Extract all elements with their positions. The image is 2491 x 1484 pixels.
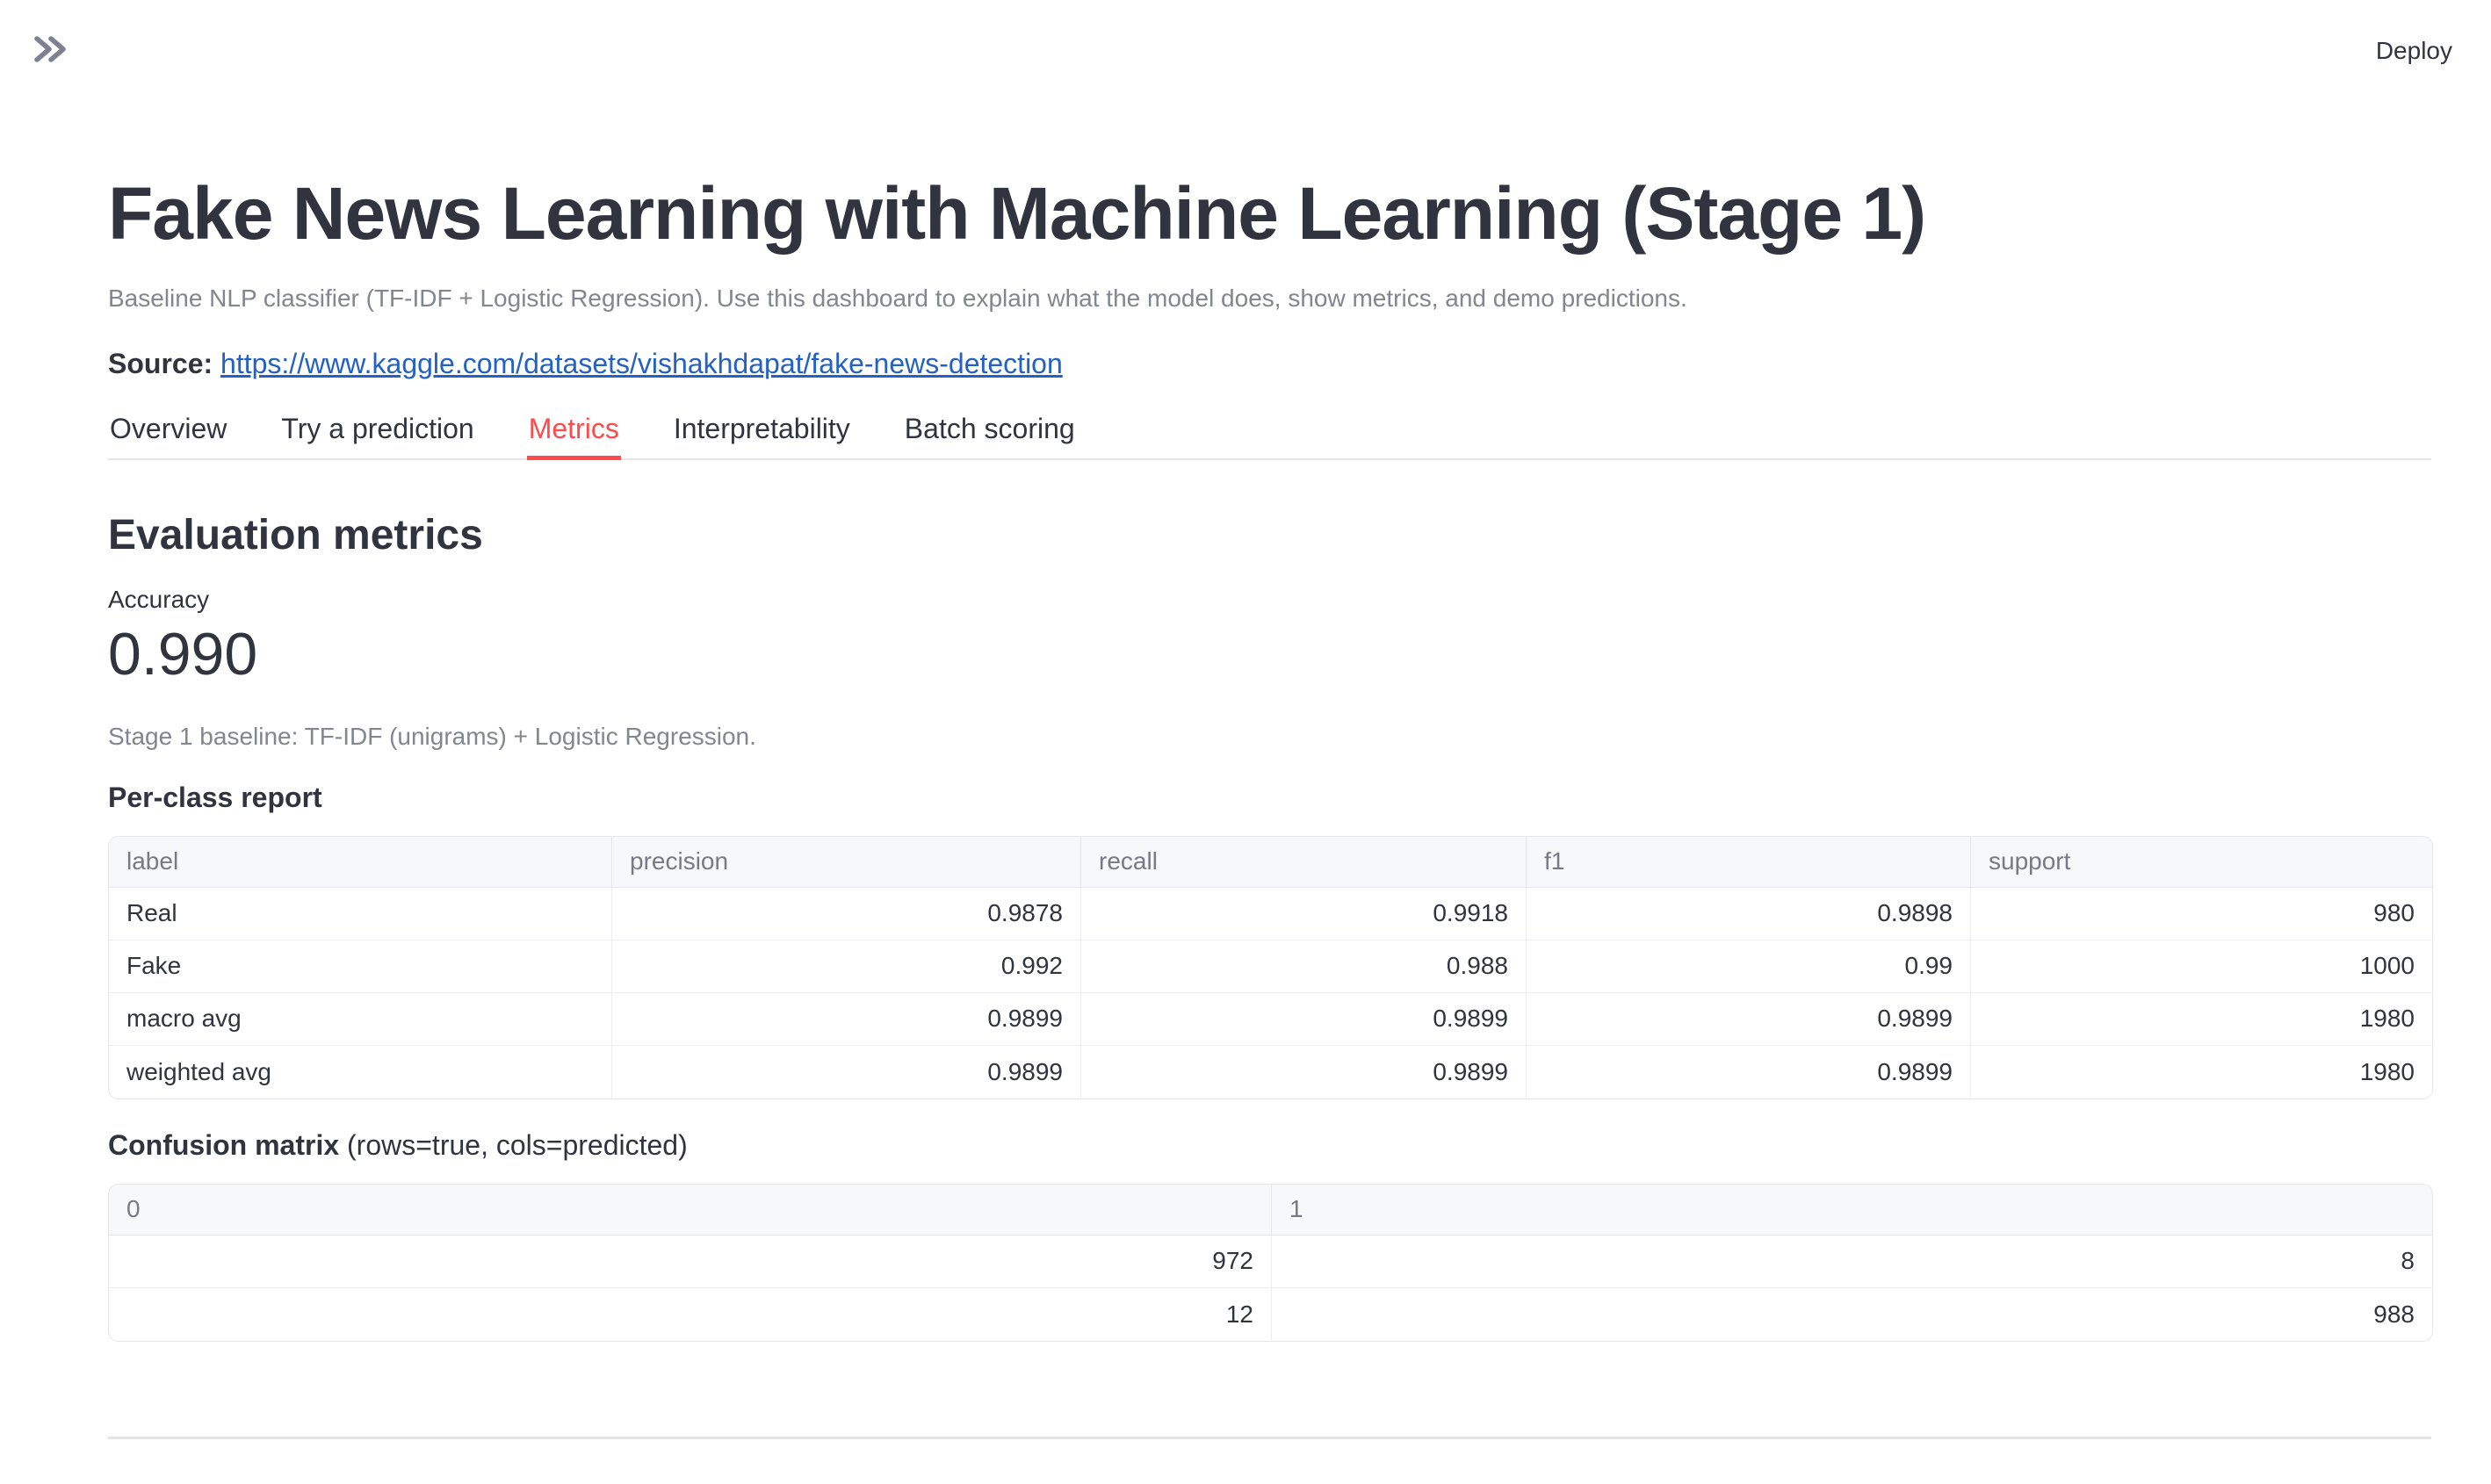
cell-label[interactable]: macro avg	[109, 993, 612, 1046]
divider	[108, 1437, 2431, 1439]
confusion-matrix-title: Confusion matrix (rows=true, cols=predic…	[108, 1127, 2431, 1163]
cell-label[interactable]: Real	[109, 888, 612, 940]
cell-f1[interactable]: 0.99	[1527, 940, 1971, 993]
cell-support[interactable]: 1980	[1971, 1046, 2432, 1099]
section-title-evaluation-metrics: Evaluation metrics	[108, 509, 2431, 562]
metric-value: 0.990	[108, 620, 2431, 688]
table-row: Real 0.9878 0.9918 0.9898 980	[109, 888, 2432, 940]
cell-precision[interactable]: 0.9878	[612, 888, 1081, 940]
expand-sidebar-button[interactable]	[26, 28, 72, 75]
table-row: 972 8	[109, 1235, 2432, 1288]
tab-metrics[interactable]: Metrics	[527, 407, 621, 458]
cell-true0-pred1[interactable]: 8	[1272, 1235, 2432, 1288]
cell-f1[interactable]: 0.9899	[1527, 1046, 1971, 1099]
table-row: 12 988	[109, 1288, 2432, 1341]
tab-overview[interactable]: Overview	[108, 407, 228, 458]
cell-f1[interactable]: 0.9898	[1527, 888, 1971, 940]
per-class-report-table: label precision recall f1 support Real 0…	[108, 836, 2433, 1099]
cell-recall[interactable]: 0.9899	[1081, 1046, 1527, 1099]
column-header-label[interactable]: label	[109, 837, 612, 888]
cell-true1-pred0[interactable]: 12	[109, 1288, 1272, 1341]
baseline-caption: Stage 1 baseline: TF-IDF (unigrams) + Lo…	[108, 722, 2431, 752]
cell-precision[interactable]: 0.9899	[612, 993, 1081, 1046]
cell-recall[interactable]: 0.9899	[1081, 993, 1527, 1046]
source-link[interactable]: https://www.kaggle.com/datasets/vishakhd…	[220, 348, 1063, 379]
table-row: macro avg 0.9899 0.9899 0.9899 1980	[109, 993, 2432, 1046]
tab-interpretability[interactable]: Interpretability	[672, 407, 852, 458]
metric-label: Accuracy	[108, 585, 2431, 615]
cell-label[interactable]: Fake	[109, 940, 612, 993]
double-chevron-right-icon	[26, 28, 72, 75]
column-header-f1[interactable]: f1	[1527, 837, 1971, 888]
app-header: Deploy	[0, 0, 2491, 102]
column-header-recall[interactable]: recall	[1081, 837, 1527, 888]
table-header-row: 0 1	[109, 1185, 2432, 1235]
confusion-matrix-title-note: (rows=true, cols=predicted)	[347, 1129, 688, 1161]
page-subtitle: Baseline NLP classifier (TF-IDF + Logist…	[108, 283, 2431, 314]
column-header-precision[interactable]: precision	[612, 837, 1081, 888]
cell-support[interactable]: 1000	[1971, 940, 2432, 993]
cell-recall[interactable]: 0.988	[1081, 940, 1527, 993]
cell-f1[interactable]: 0.9899	[1527, 993, 1971, 1046]
column-header-support[interactable]: support	[1971, 837, 2432, 888]
column-header-1[interactable]: 1	[1272, 1185, 2432, 1235]
tab-bar: Overview Try a prediction Metrics Interp…	[108, 407, 2431, 460]
main-content: Fake News Learning with Machine Learning…	[108, 167, 2431, 1439]
cell-true0-pred0[interactable]: 972	[109, 1235, 1272, 1288]
source-label: Source:	[108, 348, 213, 379]
cell-recall[interactable]: 0.9918	[1081, 888, 1527, 940]
table-row: weighted avg 0.9899 0.9899 0.9899 1980	[109, 1046, 2432, 1099]
table-header-row: label precision recall f1 support	[109, 837, 2432, 888]
cell-support[interactable]: 1980	[1971, 993, 2432, 1046]
tab-try-a-prediction[interactable]: Try a prediction	[279, 407, 475, 458]
column-header-0[interactable]: 0	[109, 1185, 1272, 1235]
cell-label[interactable]: weighted avg	[109, 1046, 612, 1099]
accuracy-metric: Accuracy 0.990	[108, 585, 2431, 688]
confusion-matrix-title-bold: Confusion matrix	[108, 1129, 339, 1161]
cell-true1-pred1[interactable]: 988	[1272, 1288, 2432, 1341]
source-line: Source: https://www.kaggle.com/datasets/…	[108, 346, 2431, 383]
page-title: Fake News Learning with Machine Learning…	[108, 167, 2431, 262]
confusion-matrix-table: 0 1 972 8 12 988	[108, 1184, 2433, 1342]
deploy-button[interactable]: Deploy	[2364, 28, 2465, 74]
table-row: Fake 0.992 0.988 0.99 1000	[109, 940, 2432, 993]
tab-batch-scoring[interactable]: Batch scoring	[903, 407, 1077, 458]
cell-precision[interactable]: 0.992	[612, 940, 1081, 993]
cell-precision[interactable]: 0.9899	[612, 1046, 1081, 1099]
per-class-report-title: Per-class report	[108, 780, 2431, 815]
cell-support[interactable]: 980	[1971, 888, 2432, 940]
